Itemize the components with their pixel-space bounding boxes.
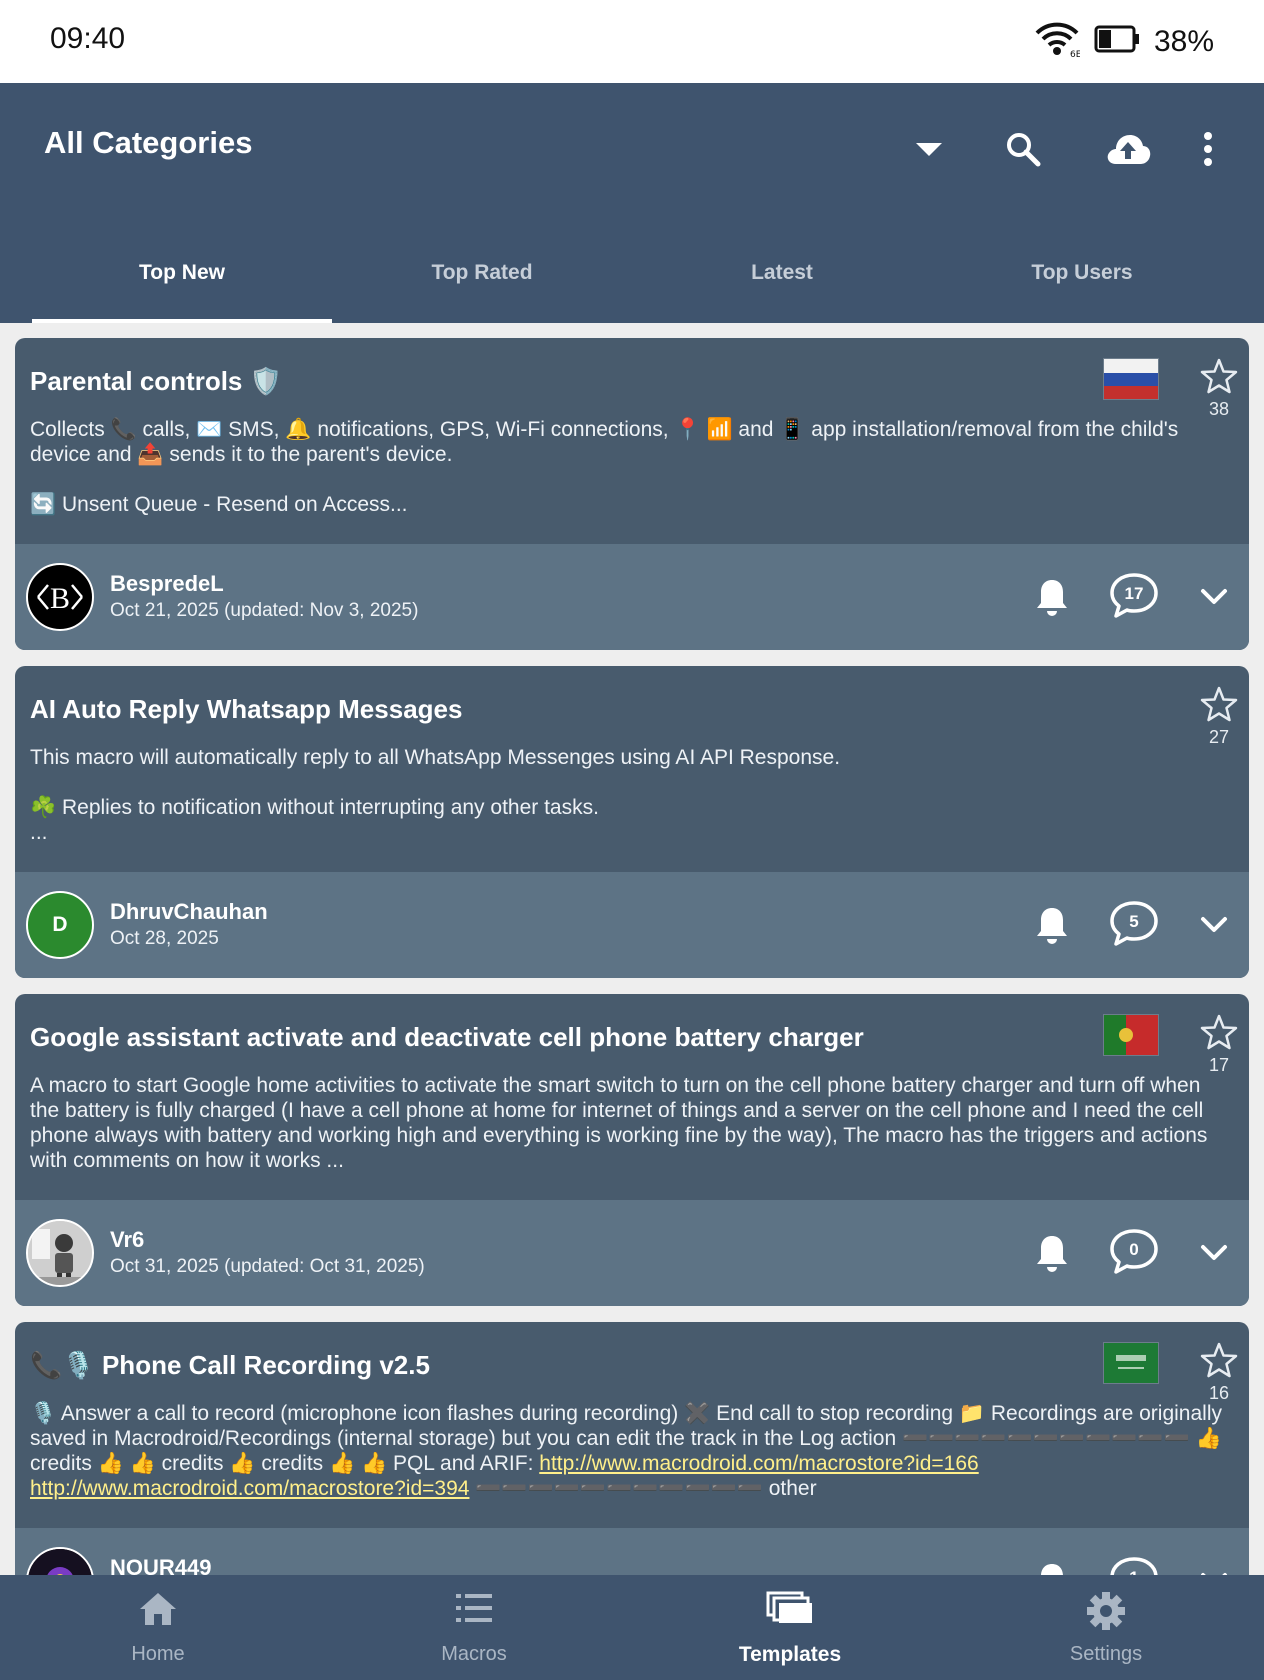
wifi-icon: 6E: [1034, 20, 1082, 63]
templates-icon: [766, 1591, 814, 1630]
card-title: Google assistant activate and deactivate…: [30, 1022, 864, 1052]
rating[interactable]: 16: [1189, 1342, 1249, 1404]
battery-percent: 38%: [1153, 24, 1214, 58]
gear-icon: [1086, 1591, 1126, 1636]
nav-templates[interactable]: Templates: [632, 1575, 948, 1680]
nav-settings[interactable]: Settings: [948, 1575, 1264, 1680]
chevron-down-icon[interactable]: [1189, 1228, 1239, 1278]
card-description: 🎙️ Answer a call to record (microphone i…: [30, 1401, 1230, 1501]
template-list[interactable]: Parental controls 🛡️ 38 Collects 📞 calls…: [0, 323, 1264, 1575]
macrostore-link-394[interactable]: http://www.macrodroid.com/macrostore?id=…: [30, 1477, 469, 1500]
description-text: ➖➖➖➖➖➖➖➖➖➖➖ other: [469, 1477, 817, 1500]
star-icon: [1200, 1342, 1238, 1382]
star-count: 27: [1208, 727, 1230, 747]
star-count: 38: [1208, 399, 1230, 419]
status-bar: 09:40 6E 38%: [0, 0, 1264, 83]
more-options-icon[interactable]: [1180, 121, 1236, 177]
saudi-flag-icon: [1103, 1342, 1159, 1384]
rating[interactable]: 27: [1189, 686, 1249, 748]
card-description: A macro to start Google home activities …: [30, 1074, 1208, 1172]
tab-latest[interactable]: Latest: [632, 223, 932, 323]
template-card[interactable]: 📞🎙️ Phone Call Recording v2.5 16 🎙️ Answ…: [15, 1322, 1249, 1575]
card-description: This macro will automatically reply to a…: [30, 746, 841, 844]
user-name[interactable]: NOUR449: [110, 1555, 211, 1575]
bell-icon[interactable]: [1027, 1556, 1077, 1575]
comment-count: 0: [1129, 1240, 1139, 1259]
svg-text:B: B: [50, 582, 70, 615]
avatar-letter: D: [52, 913, 68, 936]
avatar[interactable]: [26, 1547, 94, 1575]
chevron-down-icon[interactable]: [1189, 1556, 1239, 1575]
comments-button[interactable]: 1: [1109, 1556, 1159, 1575]
category-dropdown-icon[interactable]: [901, 121, 957, 177]
app-bar: All Categories Top New Top Rated Latest …: [0, 83, 1264, 323]
card-footer: Vr6 Oct 31, 2025 (updated: Oct 31, 2025)…: [15, 1200, 1249, 1306]
bottom-navigation: Home Macros Templates Settings: [0, 1575, 1264, 1680]
comment-count: 17: [1124, 584, 1144, 603]
rating[interactable]: 38: [1189, 358, 1249, 420]
rating[interactable]: 17: [1189, 1014, 1249, 1076]
portugal-flag-icon: [1103, 1014, 1159, 1056]
nav-label: Macros: [441, 1643, 507, 1665]
star-icon: [1200, 686, 1238, 726]
avatar[interactable]: [26, 1219, 94, 1287]
post-date: Oct 28, 2025: [110, 928, 219, 949]
user-name[interactable]: DhruvChauhan: [110, 899, 268, 925]
card-title: AI Auto Reply Whatsapp Messages: [30, 694, 463, 724]
nav-label: Home: [131, 1643, 185, 1665]
card-footer: B BespredeL Oct 21, 2025 (updated: Nov 3…: [15, 544, 1249, 650]
comments-button[interactable]: 17: [1109, 572, 1159, 622]
star-count: 17: [1208, 1055, 1230, 1075]
card-footer: NOUR449 1: [15, 1528, 1249, 1575]
bell-icon[interactable]: [1027, 900, 1077, 950]
comment-count: 5: [1129, 912, 1139, 931]
page-title: All Categories: [44, 125, 253, 160]
tab-bar: Top New Top Rated Latest Top Users: [32, 223, 1232, 323]
card-footer: D DhruvChauhan Oct 28, 2025 5: [15, 872, 1249, 978]
home-icon: [138, 1591, 178, 1632]
tab-top-users[interactable]: Top Users: [932, 223, 1232, 323]
star-count: 16: [1208, 1383, 1230, 1403]
search-icon[interactable]: [995, 121, 1051, 177]
card-title: 📞🎙️ Phone Call Recording v2.5: [30, 1350, 430, 1380]
nav-label: Settings: [1069, 1643, 1143, 1665]
status-time: 09:40: [50, 22, 126, 55]
card-description: Collects 📞 calls, ✉️ SMS, 🔔 notification…: [30, 418, 1179, 516]
avatar[interactable]: B: [26, 563, 94, 631]
star-icon: [1200, 358, 1238, 398]
chevron-down-icon[interactable]: [1189, 900, 1239, 950]
avatar[interactable]: D: [26, 891, 94, 959]
template-card[interactable]: Google assistant activate and deactivate…: [15, 994, 1249, 1306]
macrostore-link-166[interactable]: http://www.macrodroid.com/macrostore?id=…: [539, 1452, 978, 1475]
user-name[interactable]: BespredeL: [110, 571, 224, 597]
list-icon: [454, 1591, 494, 1630]
svg-text:6E: 6E: [1070, 50, 1080, 58]
russia-flag-icon: [1103, 358, 1159, 400]
comments-button[interactable]: 0: [1109, 1228, 1159, 1278]
tab-top-new[interactable]: Top New: [32, 223, 332, 323]
battery-icon: [1094, 25, 1140, 58]
bell-icon[interactable]: [1027, 572, 1077, 622]
post-date: Oct 31, 2025 (updated: Oct 31, 2025): [110, 1256, 425, 1277]
upload-cloud-icon[interactable]: [1100, 121, 1156, 177]
template-card[interactable]: AI Auto Reply Whatsapp Messages 27 This …: [15, 666, 1249, 978]
user-name[interactable]: Vr6: [110, 1227, 144, 1253]
nav-macros[interactable]: Macros: [316, 1575, 632, 1680]
nav-home[interactable]: Home: [0, 1575, 316, 1680]
post-date: Oct 21, 2025 (updated: Nov 3, 2025): [110, 600, 419, 621]
card-title: Parental controls 🛡️: [30, 366, 282, 396]
chevron-down-icon[interactable]: [1189, 572, 1239, 622]
tab-top-rated[interactable]: Top Rated: [332, 223, 632, 323]
star-icon: [1200, 1014, 1238, 1054]
template-card[interactable]: Parental controls 🛡️ 38 Collects 📞 calls…: [15, 338, 1249, 650]
comment-count: 1: [1109, 1556, 1159, 1575]
comments-button[interactable]: 5: [1109, 900, 1159, 950]
nav-label: Templates: [738, 1643, 842, 1666]
bell-icon[interactable]: [1027, 1228, 1077, 1278]
